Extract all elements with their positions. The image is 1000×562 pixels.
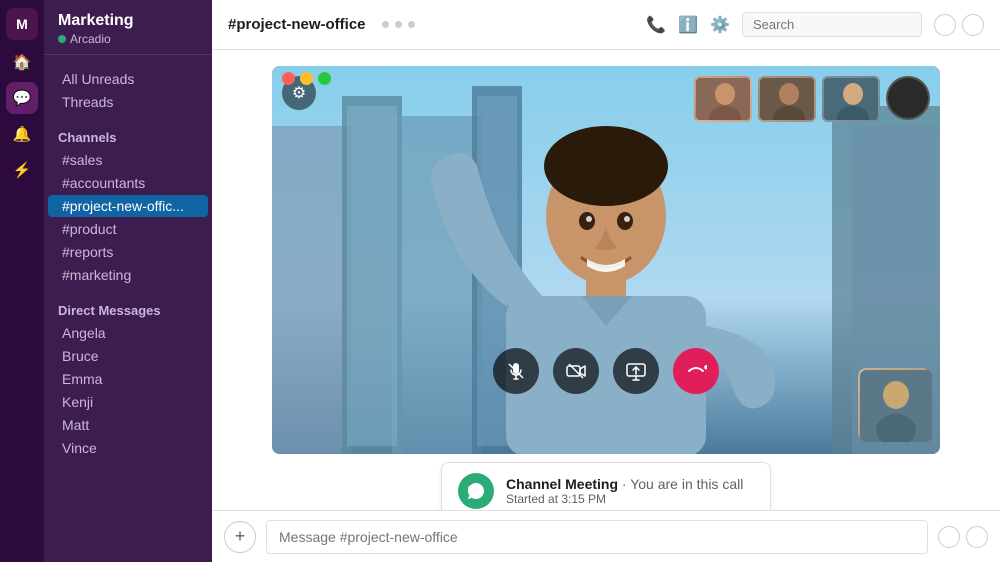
header-dot bbox=[382, 21, 389, 28]
call-notification-icon bbox=[458, 473, 494, 509]
bell-icon[interactable]: 🔔 bbox=[6, 118, 38, 150]
icon-strip: M 🏠 💬 🔔 ⚡ bbox=[0, 0, 44, 562]
call-notification: Channel Meeting · You are in this call S… bbox=[441, 462, 771, 510]
video-call-container: ⚙ bbox=[272, 66, 940, 454]
thumbnail-1 bbox=[694, 76, 752, 122]
sidebar-item-dm-angela[interactable]: Angela bbox=[48, 322, 208, 344]
sidebar-item-dm-matt[interactable]: Matt bbox=[48, 414, 208, 436]
dm-name: Matt bbox=[62, 417, 89, 433]
channel-name: #accountants bbox=[62, 175, 145, 191]
message-input[interactable] bbox=[266, 520, 928, 554]
user-status: Arcadio bbox=[58, 32, 198, 46]
threads-label: Threads bbox=[62, 94, 113, 110]
call-info: Channel Meeting · You are in this call S… bbox=[506, 476, 743, 506]
dm-name: Emma bbox=[62, 371, 102, 387]
header-dots bbox=[382, 21, 415, 28]
sidebar-item-all-unreads[interactable]: All Unreads bbox=[48, 68, 208, 90]
gear-icon[interactable]: ⚙️ bbox=[710, 15, 730, 35]
call-time: Started at 3:15 PM bbox=[506, 492, 743, 506]
header-search-input[interactable] bbox=[742, 12, 922, 37]
header-dot bbox=[395, 21, 402, 28]
phone-icon[interactable]: 📞 bbox=[646, 15, 666, 35]
unreads-section: All Unreads Threads bbox=[44, 55, 212, 118]
home-icon[interactable]: 🏠 bbox=[6, 46, 38, 78]
channel-name: #marketing bbox=[62, 267, 131, 283]
thumbnails-container bbox=[694, 76, 930, 122]
header-circle-2[interactable] bbox=[962, 14, 984, 36]
workspace-avatar[interactable]: M bbox=[6, 8, 38, 40]
sidebar-item-sales[interactable]: #sales bbox=[48, 149, 208, 171]
call-controls bbox=[493, 348, 719, 394]
channel-name: #project-new-offic... bbox=[62, 198, 184, 214]
settings-icon: ⚙ bbox=[292, 83, 306, 103]
call-title: Channel Meeting · You are in this call bbox=[506, 476, 743, 492]
sidebar: Marketing Arcadio All Unreads Threads Ch… bbox=[44, 0, 212, 562]
sidebar-item-reports[interactable]: #reports bbox=[48, 241, 208, 263]
all-unreads-label: All Unreads bbox=[62, 71, 134, 87]
sidebar-item-dm-kenji[interactable]: Kenji bbox=[48, 391, 208, 413]
window-maximize[interactable] bbox=[318, 72, 331, 85]
mute-button[interactable] bbox=[493, 348, 539, 394]
channel-title: #project-new-office bbox=[228, 16, 366, 33]
header-icons: 📞 ℹ️ ⚙️ bbox=[646, 12, 984, 37]
end-call-button[interactable] bbox=[673, 348, 719, 394]
dm-section: Direct Messages Angela Bruce Emma Kenji … bbox=[44, 291, 212, 464]
sidebar-item-marketing[interactable]: #marketing bbox=[48, 264, 208, 286]
thumbnail-3 bbox=[822, 76, 880, 122]
video-button[interactable] bbox=[553, 348, 599, 394]
header-circle-1[interactable] bbox=[934, 14, 956, 36]
channel-name: #sales bbox=[62, 152, 102, 168]
dm-label: Direct Messages bbox=[44, 303, 212, 318]
thumbnail-2 bbox=[758, 76, 816, 122]
window-close[interactable] bbox=[282, 72, 295, 85]
channel-name: #product bbox=[62, 221, 116, 237]
sidebar-header: Marketing Arcadio bbox=[44, 0, 212, 55]
header-dot bbox=[408, 21, 415, 28]
workspace-name: Marketing bbox=[58, 12, 198, 30]
channels-label: Channels bbox=[44, 130, 212, 145]
main-content: #project-new-office 📞 ℹ️ ⚙️ bbox=[212, 0, 1000, 562]
channel-name: #reports bbox=[62, 244, 113, 260]
channel-header: #project-new-office 📞 ℹ️ ⚙️ bbox=[212, 0, 1000, 50]
sidebar-item-product[interactable]: #product bbox=[48, 218, 208, 240]
msg-circle-2[interactable] bbox=[966, 526, 988, 548]
grid-icon[interactable]: ⚡ bbox=[6, 154, 38, 186]
sidebar-item-dm-emma[interactable]: Emma bbox=[48, 368, 208, 390]
sidebar-item-threads[interactable]: Threads bbox=[48, 91, 208, 113]
thumbnail-dark bbox=[886, 76, 930, 120]
sidebar-item-dm-vince[interactable]: Vince bbox=[48, 437, 208, 459]
sidebar-item-accountants[interactable]: #accountants bbox=[48, 172, 208, 194]
dm-name: Kenji bbox=[62, 394, 93, 410]
sidebar-item-project-new-office[interactable]: #project-new-offic... bbox=[48, 195, 208, 217]
message-bar: + bbox=[212, 510, 1000, 562]
message-icon[interactable]: 💬 bbox=[6, 82, 38, 114]
window-minimize[interactable] bbox=[300, 72, 313, 85]
sidebar-item-dm-bruce[interactable]: Bruce bbox=[48, 345, 208, 367]
status-dot bbox=[58, 35, 66, 43]
channel-title-area: #project-new-office bbox=[228, 16, 415, 33]
username: Arcadio bbox=[70, 32, 111, 46]
dm-name: Vince bbox=[62, 440, 97, 456]
msg-circle-1[interactable] bbox=[938, 526, 960, 548]
plus-icon: + bbox=[235, 526, 246, 547]
screen-share-button[interactable] bbox=[613, 348, 659, 394]
header-circles bbox=[934, 14, 984, 36]
info-icon[interactable]: ℹ️ bbox=[678, 15, 698, 35]
dm-name: Bruce bbox=[62, 348, 99, 364]
video-background bbox=[272, 66, 940, 454]
channels-section: Channels #sales #accountants #project-ne… bbox=[44, 118, 212, 291]
dm-name: Angela bbox=[62, 325, 106, 341]
message-bar-icons bbox=[938, 526, 988, 548]
call-subtitle-inline: · You are in this call bbox=[622, 476, 743, 492]
content-area: ⚙ bbox=[212, 50, 1000, 510]
thumbnail-bottom-right bbox=[858, 368, 930, 440]
background-svg bbox=[272, 66, 940, 454]
add-button[interactable]: + bbox=[224, 521, 256, 553]
